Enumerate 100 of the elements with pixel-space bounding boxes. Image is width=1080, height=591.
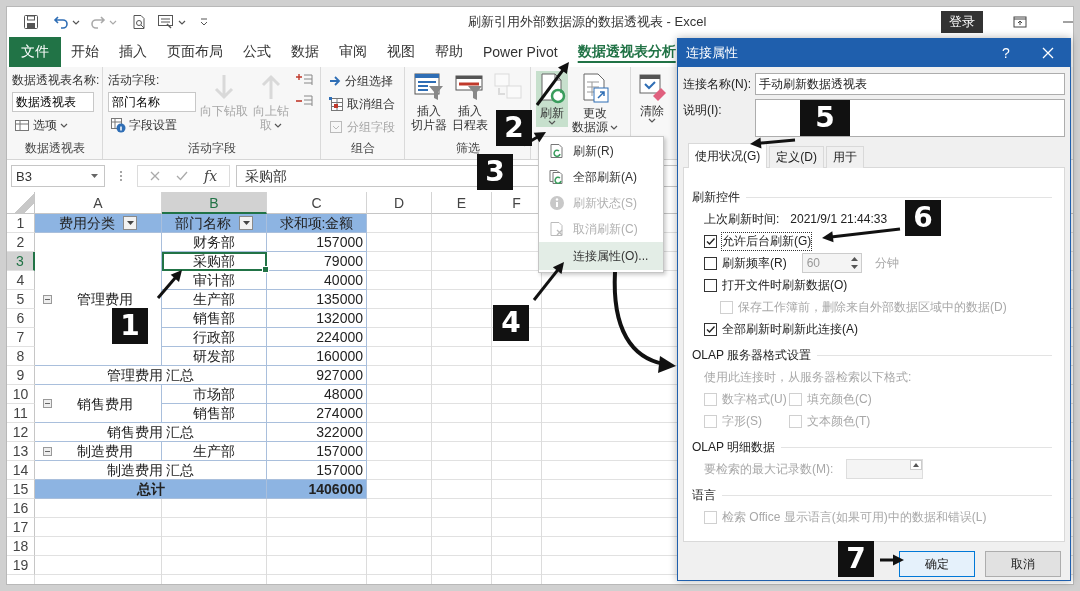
category-label: 销售费用 [76, 394, 134, 413]
table-cell[interactable]: 销售部 [162, 404, 267, 423]
info-icon [549, 195, 565, 211]
step-badge: 6 [905, 200, 941, 236]
checkbox[interactable] [704, 278, 717, 292]
ribbon-button[interactable]: 取消组合 [326, 94, 397, 114]
print-preview-icon[interactable] [131, 14, 147, 30]
ribbon-tab[interactable]: 数据 [281, 37, 329, 67]
collapse-icon[interactable] [43, 399, 52, 408]
form-icon[interactable] [157, 14, 175, 30]
cancel-icon[interactable] [150, 171, 160, 181]
category-label: 制造费用 [76, 442, 134, 460]
step-badge: 2 [496, 110, 532, 146]
collapse-icon[interactable] [43, 446, 52, 456]
subtotal-label: 销售费用 汇总 [35, 423, 267, 442]
ribbon-tab[interactable]: 开始 [61, 37, 109, 67]
ribbon-tab[interactable]: 帮助 [425, 37, 473, 67]
text-field[interactable]: 手动刷新数据透视表 [755, 73, 1065, 95]
restore-icon[interactable] [1013, 16, 1027, 28]
redo-icon[interactable] [90, 14, 106, 30]
dialog-tab[interactable]: 用于 [826, 146, 864, 168]
table-info-icon [110, 117, 126, 133]
filter-dropdown-button[interactable] [239, 216, 253, 230]
sign-in-button[interactable]: 登录 [941, 11, 983, 33]
table-cell[interactable]: 行政部 [162, 328, 267, 347]
menu-item[interactable]: 全部刷新(A) [539, 164, 663, 190]
table-cell[interactable]: 生产部 [162, 290, 267, 309]
group-label: 组合 [349, 140, 376, 157]
help-button[interactable]: ? [986, 44, 1026, 62]
card-funnel-icon [454, 72, 486, 102]
grid-icon [328, 96, 344, 112]
ribbon-button[interactable]: 清除 [636, 71, 668, 125]
annotation-arrow [532, 262, 564, 301]
table-cell: 157000 [267, 442, 367, 461]
ribbon-button[interactable]: 刷新 [536, 71, 568, 127]
text-field[interactable]: 数据透视表 [12, 92, 94, 112]
refresh-icon [549, 143, 565, 159]
ribbon-tab[interactable]: 插入 [109, 37, 157, 67]
insert-function-button[interactable]: fx [204, 168, 218, 184]
dialog-button[interactable]: 取消 [985, 551, 1061, 577]
table-cell[interactable]: 研发部 [162, 347, 267, 366]
text-field[interactable]: 部门名称 [108, 92, 196, 112]
customize-icon[interactable] [200, 18, 208, 26]
checkbox-label: 填充颜色(C) [807, 390, 872, 408]
ribbon-tab[interactable]: 公式 [233, 37, 281, 67]
table-cell: 157000 [267, 461, 367, 480]
checkbox-label: 打开文件时刷新数据(O) [722, 276, 848, 294]
ribbon-button[interactable]: 更改 数据源 [571, 71, 619, 136]
ribbon-tab[interactable]: 数据透视表分析 [567, 37, 686, 67]
category-label: 管理费用 [76, 290, 134, 308]
checkbox[interactable] [704, 234, 717, 248]
caret-icon [72, 19, 80, 25]
save-icon[interactable] [23, 14, 39, 30]
checkbox-label: 数字格式(U) [722, 390, 787, 408]
ribbon-tab[interactable]: 文件 [9, 37, 61, 67]
table-cell: 322000 [267, 423, 367, 442]
check-icon[interactable] [176, 171, 188, 181]
dialog-tab[interactable]: 定义(D) [769, 146, 824, 168]
table-cell[interactable]: 采购部 [162, 252, 267, 271]
name-box[interactable]: B3 [11, 165, 105, 187]
section-title: OLAP 明细数据 [692, 436, 1052, 458]
info-value: 2021/9/1 21:44:33 [790, 212, 888, 226]
header-text: 部门名称 [175, 214, 231, 232]
ribbon-tab[interactable]: 审阅 [329, 37, 377, 67]
ribbon-button[interactable]: 选项 [12, 115, 100, 135]
ribbon-tab[interactable]: 视图 [377, 37, 425, 67]
ribbon-button[interactable]: 插入 日程表 [451, 71, 489, 134]
plus-lines-icon [295, 73, 313, 87]
header-text: 求和项:金额 [279, 214, 354, 232]
ribbon-tab[interactable]: 页面布局 [157, 37, 233, 67]
checkbox[interactable] [704, 322, 717, 336]
table-cell[interactable]: 财务部 [162, 233, 267, 252]
checkbox-label: 字形(S) [722, 412, 762, 430]
dialog-tab[interactable]: 使用状况(G) [688, 143, 768, 168]
refresh-all-icon [549, 169, 565, 185]
table-cell[interactable]: 生产部 [162, 442, 267, 461]
collapse-icon[interactable] [43, 294, 52, 304]
table-cell[interactable]: 审计部 [162, 271, 267, 290]
ribbon-tab[interactable]: Power Pivot [473, 37, 568, 67]
annotation-arrow [880, 554, 904, 566]
menu-item[interactable]: 刷新(R) [539, 138, 663, 164]
more-icon[interactable] [119, 170, 123, 182]
table-cell[interactable]: 市场部 [162, 385, 267, 404]
dialog-button[interactable]: 确定 [899, 551, 975, 577]
filter-dropdown-button[interactable] [123, 216, 137, 230]
group-label: 数据透视表 [23, 140, 86, 157]
column-header[interactable]: B [162, 192, 267, 214]
document-swap-icon [580, 72, 610, 104]
table-cell[interactable]: 销售部 [162, 309, 267, 328]
info-label: 上次刷新时间: [704, 210, 780, 228]
table-cell: 160000 [267, 347, 367, 366]
row-header[interactable]: 3 [7, 252, 35, 271]
dialog-title: 连接属性 [686, 44, 739, 62]
ribbon-button[interactable]: 字段设置 [108, 115, 196, 135]
checkbox[interactable] [704, 256, 717, 270]
eraser-icon [637, 72, 667, 102]
menu-item[interactable]: 连接属性(O)... [539, 242, 663, 270]
ribbon-button[interactable]: 分组选择 [326, 71, 397, 91]
undo-icon[interactable] [53, 14, 69, 30]
ribbon-button[interactable]: 插入 切片器 [410, 71, 448, 134]
